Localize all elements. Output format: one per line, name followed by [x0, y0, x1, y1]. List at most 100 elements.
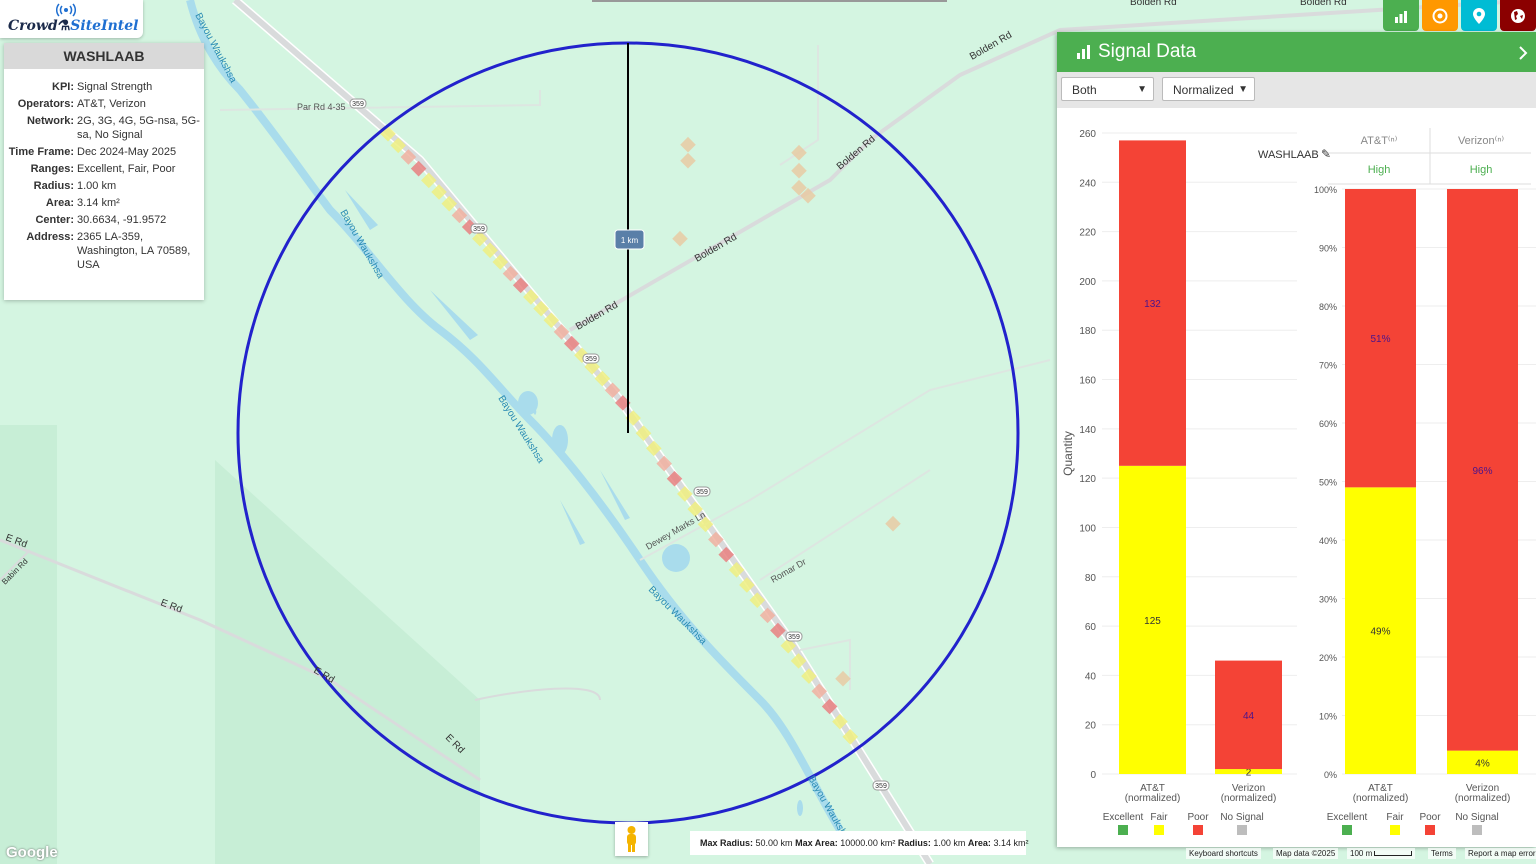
- svg-text:359: 359: [875, 783, 887, 790]
- y-tick-label: 60: [1085, 622, 1097, 633]
- radius-marker-label: 1 km: [621, 236, 639, 245]
- legend-swatch[interactable]: [1342, 825, 1352, 835]
- y-tick-label: 180: [1079, 326, 1096, 337]
- x-tick-label: (normalized): [1455, 793, 1511, 804]
- table-header: AT&T⁽ⁿ⁾: [1361, 135, 1398, 147]
- y-axis-label: Quantity: [1061, 431, 1075, 476]
- info-row-address: Address: 2365 LA-359, Washington, LA 7058…: [26, 231, 191, 271]
- y-tick-label: 30%: [1319, 595, 1337, 605]
- legend-swatch[interactable]: [1390, 825, 1400, 835]
- legend-label[interactable]: Fair: [1150, 812, 1168, 823]
- legend-swatch[interactable]: [1193, 825, 1203, 835]
- legend-label[interactable]: Fair: [1386, 812, 1404, 823]
- y-tick-label: 80: [1085, 573, 1097, 584]
- y-tick-label: 40%: [1319, 536, 1337, 546]
- globe-icon: [1511, 8, 1525, 23]
- data-label: 49%: [1370, 627, 1390, 638]
- info-row-operators: Operators: AT&T, Verizon: [17, 98, 146, 110]
- crowdsiteintel-logo[interactable]: Crowd⚗SiteIntel: [0, 0, 143, 38]
- pencil-icon[interactable]: ✎: [1321, 147, 1331, 161]
- signal-chart: WASHLAAB ✎ 0 20 40 60 80 100 120 140 160 180 200 220 2…: [1061, 128, 1536, 835]
- info-row-radius: Radius: 1.00 km: [33, 180, 117, 192]
- pegman-icon: [627, 826, 636, 852]
- x-tick-label: (normalized): [1353, 793, 1409, 804]
- legend-label[interactable]: No Signal: [1455, 812, 1498, 823]
- svg-text:359: 359: [473, 226, 485, 233]
- logo-text: Crowd⚗SiteIntel: [8, 18, 139, 34]
- y-tick-label: 140: [1079, 425, 1096, 436]
- y-tick-label: 70%: [1319, 361, 1337, 371]
- y-tick-label: 260: [1079, 129, 1096, 140]
- panel-title: Signal Data: [1098, 41, 1197, 62]
- data-label: 4%: [1475, 758, 1490, 769]
- bar-chart-icon: [1395, 10, 1407, 23]
- info-row-kpi: KPI: Signal Strength: [52, 81, 153, 93]
- svg-text:359: 359: [696, 489, 708, 496]
- y-tick-label: 20: [1085, 721, 1097, 732]
- mode-select[interactable]: Normalized ▼: [1162, 77, 1255, 101]
- bar-chart-icon: [1077, 45, 1090, 59]
- map-data-attribution: Map data ©2025: [1273, 848, 1339, 859]
- data-label: 2: [1246, 768, 1252, 779]
- y-tick-label: 20%: [1319, 653, 1337, 663]
- report-map-error-link[interactable]: Report a map error: [1465, 848, 1536, 859]
- legend-label[interactable]: Excellent: [1103, 812, 1144, 823]
- chevron-down-icon: ▼: [1238, 84, 1248, 95]
- chart-title: WASHLAAB: [1258, 149, 1319, 161]
- legend-swatch[interactable]: [1472, 825, 1482, 835]
- y-tick-label: 0: [1090, 770, 1096, 781]
- globe-button[interactable]: [1500, 0, 1536, 31]
- y-tick-label: 80%: [1319, 302, 1337, 312]
- chevron-right-icon[interactable]: [1518, 46, 1528, 60]
- legend-label[interactable]: Poor: [1187, 812, 1209, 823]
- radius-area-summary: Max Radius: 50.00 km Max Area: 10000.00 …: [690, 831, 1028, 855]
- y-tick-label: 40: [1085, 671, 1097, 682]
- x-tick-label: (normalized): [1125, 793, 1181, 804]
- target-icon: [1432, 8, 1448, 23]
- operator-select[interactable]: Both ▼: [1061, 77, 1154, 101]
- legend-label[interactable]: Poor: [1419, 812, 1441, 823]
- street-view-pegman[interactable]: [615, 822, 648, 856]
- site-info-panel: WASHLAAB KPI: Signal Strength Operators: A…: [4, 43, 204, 300]
- legend-label[interactable]: Excellent: [1327, 812, 1368, 823]
- legend-swatch[interactable]: [1425, 825, 1435, 835]
- radius-tool-button[interactable]: [1422, 0, 1458, 31]
- y-tick-label: 0%: [1324, 770, 1337, 780]
- route-shield: 359: [582, 353, 600, 364]
- location-button[interactable]: [1461, 0, 1497, 31]
- data-label: 51%: [1370, 334, 1390, 345]
- terms-link[interactable]: Terms: [1428, 848, 1456, 859]
- info-row-timeframe: Time Frame: Dec 2024-May 2025: [8, 146, 177, 158]
- antenna-icon: [56, 3, 76, 17]
- y-tick-label: 100: [1079, 523, 1096, 534]
- google-logo[interactable]: Google: [6, 844, 58, 861]
- y-tick-label: 60%: [1319, 419, 1337, 429]
- road-label: Par Rd 4-35: [297, 102, 346, 112]
- y-tick-label: 200: [1079, 277, 1096, 288]
- road-label: Bolden Rd: [1300, 0, 1347, 8]
- legend-label[interactable]: No Signal: [1220, 812, 1263, 823]
- legend-swatch[interactable]: [1237, 825, 1247, 835]
- route-shield: 359: [785, 631, 803, 642]
- site-name: WASHLAAB: [4, 43, 204, 69]
- y-tick-label: 240: [1079, 178, 1096, 189]
- table-value: High: [1368, 164, 1391, 176]
- info-row-network: Network: 2G, 3G, 4G, 5G-nsa, 5G-sa, No Si…: [26, 115, 200, 141]
- road-label: Bolden Rd: [1130, 0, 1177, 8]
- keyboard-shortcuts-link[interactable]: Keyboard shortcuts: [1186, 848, 1261, 859]
- y-tick-label: 100%: [1314, 185, 1337, 195]
- signal-data-panel: Signal Data Both ▼ Normalized ▼ WASHLAAB ✎ 0…: [1057, 32, 1536, 847]
- chart-toggle-button[interactable]: [1383, 0, 1419, 31]
- route-shield: 359: [349, 98, 367, 109]
- location-pin-icon: [1473, 7, 1485, 24]
- svg-text:359: 359: [585, 356, 597, 363]
- route-shield: 359: [470, 223, 488, 234]
- legend-swatch[interactable]: [1118, 825, 1128, 835]
- svg-text:359: 359: [788, 634, 800, 641]
- svg-text:359: 359: [352, 101, 364, 108]
- legend-swatch[interactable]: [1154, 825, 1164, 835]
- panel-header: Signal Data: [1057, 32, 1536, 72]
- info-row-center: Center: 30.6634, -91.9572: [35, 214, 167, 226]
- map-scale: 100 m: [1347, 848, 1416, 859]
- chevron-down-icon: ▼: [1137, 84, 1147, 95]
